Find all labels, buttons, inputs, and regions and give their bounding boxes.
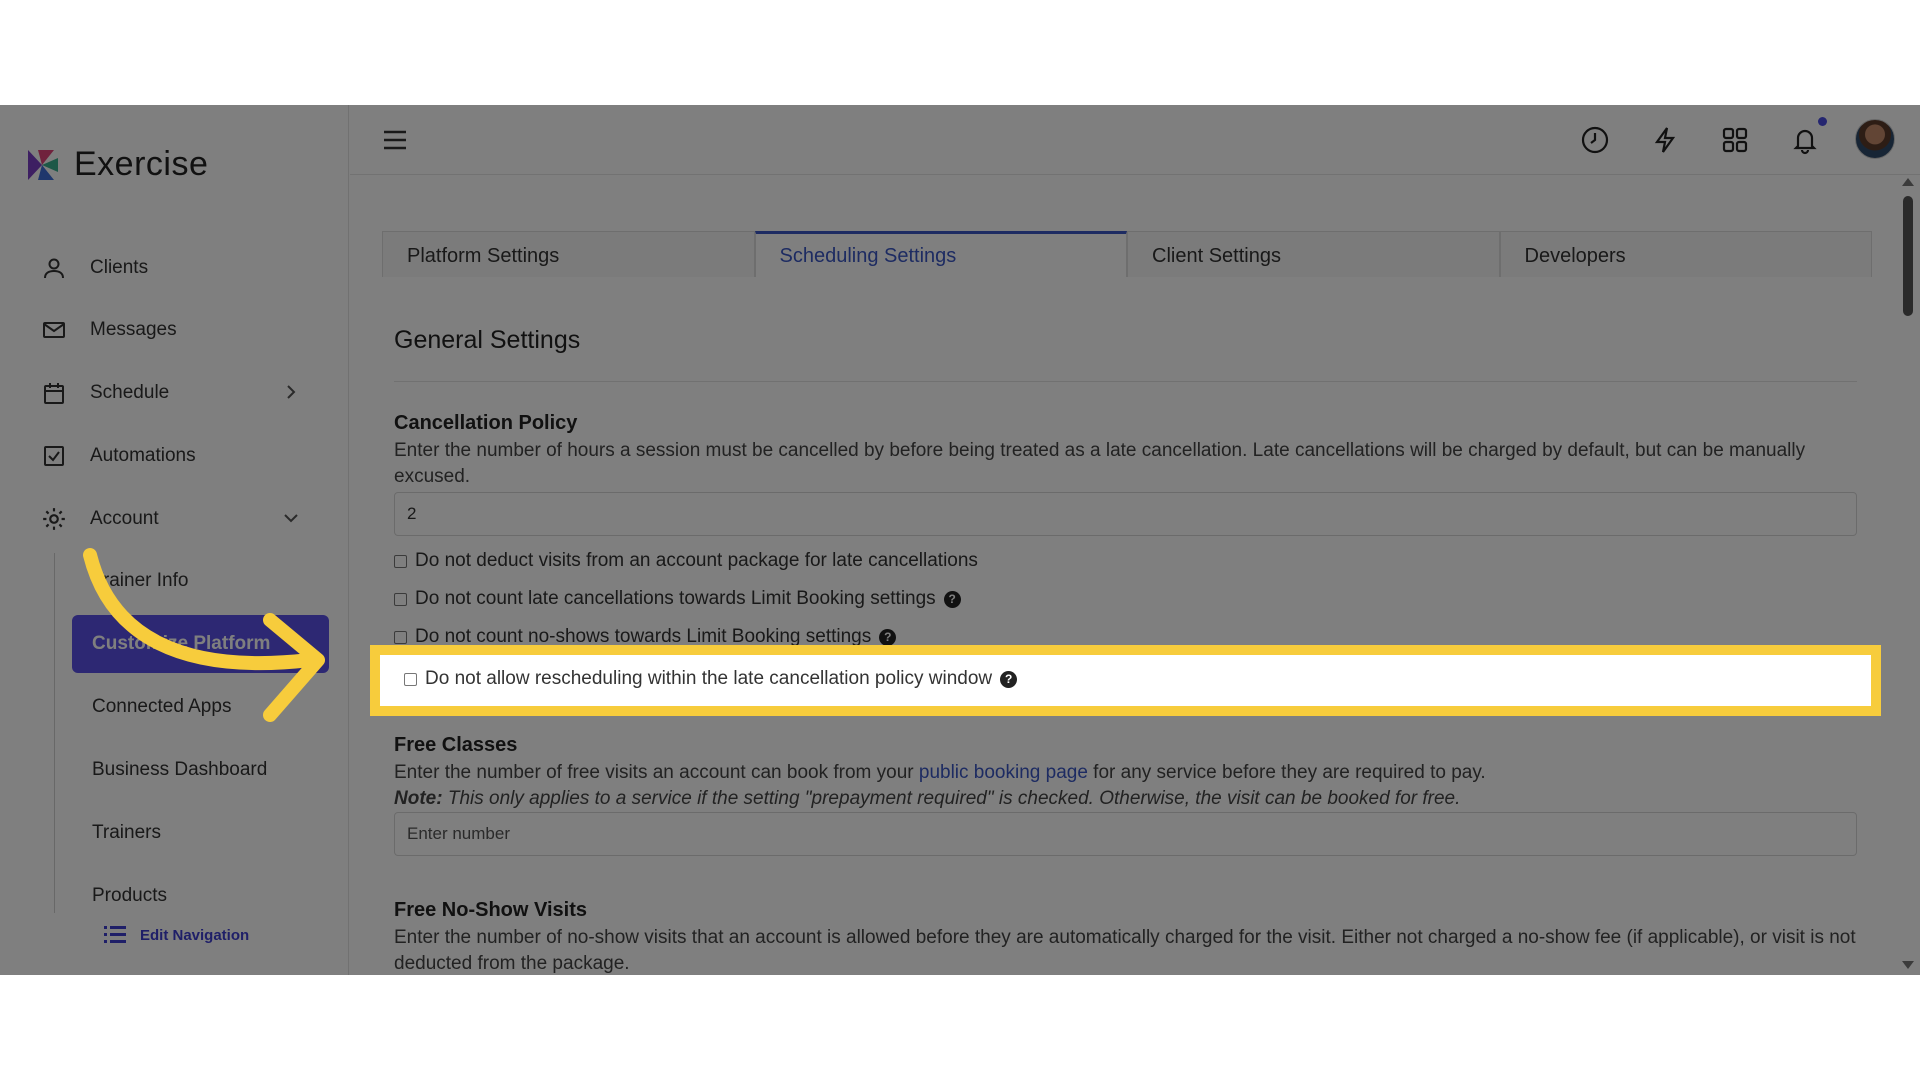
free-no-show-description: Enter the number of no-show visits that …	[394, 927, 1856, 974]
checkbox-row[interactable]: Do not count late cancellations towards …	[394, 585, 961, 613]
free-classes-label: Free Classes	[394, 734, 518, 756]
checkbox-label: Do not deduct visits from an account pac…	[415, 550, 978, 571]
checkbox-row[interactable]: Do not deduct visits from an account pac…	[394, 547, 978, 575]
sidebar-item-messages[interactable]: Messages	[40, 310, 310, 350]
gear-icon	[40, 505, 68, 533]
tab-client-settings[interactable]: Client Settings	[1127, 231, 1500, 277]
main-content: Platform Settings Scheduling Settings Cl…	[350, 176, 1895, 975]
sidebar-item-schedule[interactable]: Schedule	[40, 373, 310, 413]
sidebar-item-account[interactable]: Account	[40, 499, 310, 539]
description-text: for any service before they are required…	[1087, 762, 1486, 783]
checkbox[interactable]	[404, 672, 417, 686]
brand-name: Exercise	[74, 145, 209, 183]
submenu-item-trainer-info[interactable]: Trainer Info	[92, 561, 188, 601]
logo-icon	[28, 149, 58, 180]
tab-developers[interactable]: Developers	[1499, 231, 1872, 277]
topbar	[350, 105, 1920, 175]
scroll-up-arrow[interactable]	[1902, 178, 1914, 186]
checkbox[interactable]	[394, 592, 407, 606]
free-no-show-label: Free No-Show Visits	[394, 899, 588, 921]
free-classes-description: Enter the number of free visits an accou…	[394, 760, 1864, 812]
checkbox-label: Do not count late cancellations towards …	[415, 588, 936, 609]
sidebar-item-automations[interactable]: Automations	[40, 436, 310, 476]
bell-icon[interactable]	[1790, 125, 1820, 155]
avatar[interactable]	[1855, 119, 1895, 159]
submenu-item-business-dashboard[interactable]: Business Dashboard	[92, 750, 267, 790]
help-icon[interactable]: ?	[879, 628, 897, 646]
clock-icon[interactable]	[1580, 125, 1610, 155]
menu-icon[interactable]	[382, 127, 408, 153]
scrollbar-thumb[interactable]	[1903, 196, 1913, 316]
lightning-icon[interactable]	[1650, 125, 1680, 155]
list-icon	[104, 926, 126, 943]
checkbox[interactable]	[394, 554, 407, 568]
free-classes-input[interactable]: Enter number	[394, 812, 1857, 856]
divider	[394, 381, 1857, 382]
edit-navigation-label: Edit Navigation	[140, 926, 250, 944]
chevron-down-icon	[284, 514, 298, 523]
note-label: Note:	[394, 788, 443, 809]
checkbox[interactable]	[394, 630, 407, 644]
cancellation-hours-input[interactable]: 2	[394, 492, 1857, 536]
bottom-margin	[0, 975, 1920, 1080]
description-text: Enter the number of free visits an accou…	[394, 762, 919, 783]
sidebar-item-label: Messages	[90, 319, 177, 340]
submenu-item-connected-apps[interactable]: Connected Apps	[92, 687, 231, 727]
scrollbar[interactable]	[1895, 176, 1920, 975]
cancellation-policy-description: Enter the number of hours a session must…	[394, 440, 1806, 487]
tab-scheduling-settings[interactable]: Scheduling Settings	[754, 231, 1127, 277]
sidebar-item-label: Clients	[90, 257, 149, 278]
help-icon[interactable]: ?	[943, 590, 961, 608]
help-icon[interactable]: ?	[1000, 670, 1018, 688]
calendar-icon	[40, 379, 68, 407]
sidebar-item-clients[interactable]: Clients	[40, 248, 310, 288]
submenu-divider	[54, 553, 55, 913]
edit-navigation-link[interactable]: Edit Navigation	[104, 925, 249, 945]
sidebar-item-label: Automations	[90, 445, 196, 466]
public-booking-page-link[interactable]: public booking page	[919, 762, 1088, 783]
chevron-right-icon	[287, 385, 296, 399]
checkbox-label: Do not allow rescheduling within the lat…	[425, 668, 993, 689]
scroll-down-arrow[interactable]	[1902, 961, 1914, 969]
notification-dot	[1818, 117, 1827, 126]
settings-tabs: Platform Settings Scheduling Settings Cl…	[382, 231, 1872, 277]
submenu-item-products[interactable]: Products	[92, 876, 167, 916]
sidebar-item-label: Schedule	[90, 382, 170, 403]
person-icon	[40, 254, 68, 282]
checkbox-icon	[40, 442, 68, 470]
sidebar-item-label: Account	[90, 508, 159, 529]
brand[interactable]: Exercise	[24, 145, 208, 184]
checkbox-row-reschedule[interactable]: Do not allow rescheduling within the lat…	[404, 665, 1018, 693]
cancellation-policy-label: Cancellation Policy	[394, 412, 578, 434]
apps-grid-icon[interactable]	[1720, 125, 1750, 155]
submenu-item-trainers[interactable]: Trainers	[92, 813, 161, 853]
highlight-box: Do not allow rescheduling within the lat…	[370, 645, 1881, 716]
top-margin	[0, 0, 1920, 105]
submenu-item-customize-platform[interactable]: Customize Platform	[72, 615, 329, 673]
section-title: General Settings	[394, 326, 581, 354]
sidebar: Exercise Clients Messages Schedule Autom…	[0, 105, 349, 975]
note-text: This only applies to a service if the se…	[442, 788, 1461, 809]
envelope-icon	[40, 316, 68, 344]
app-window: Exercise Clients Messages Schedule Autom…	[0, 105, 1920, 975]
tab-platform-settings[interactable]: Platform Settings	[382, 231, 755, 277]
